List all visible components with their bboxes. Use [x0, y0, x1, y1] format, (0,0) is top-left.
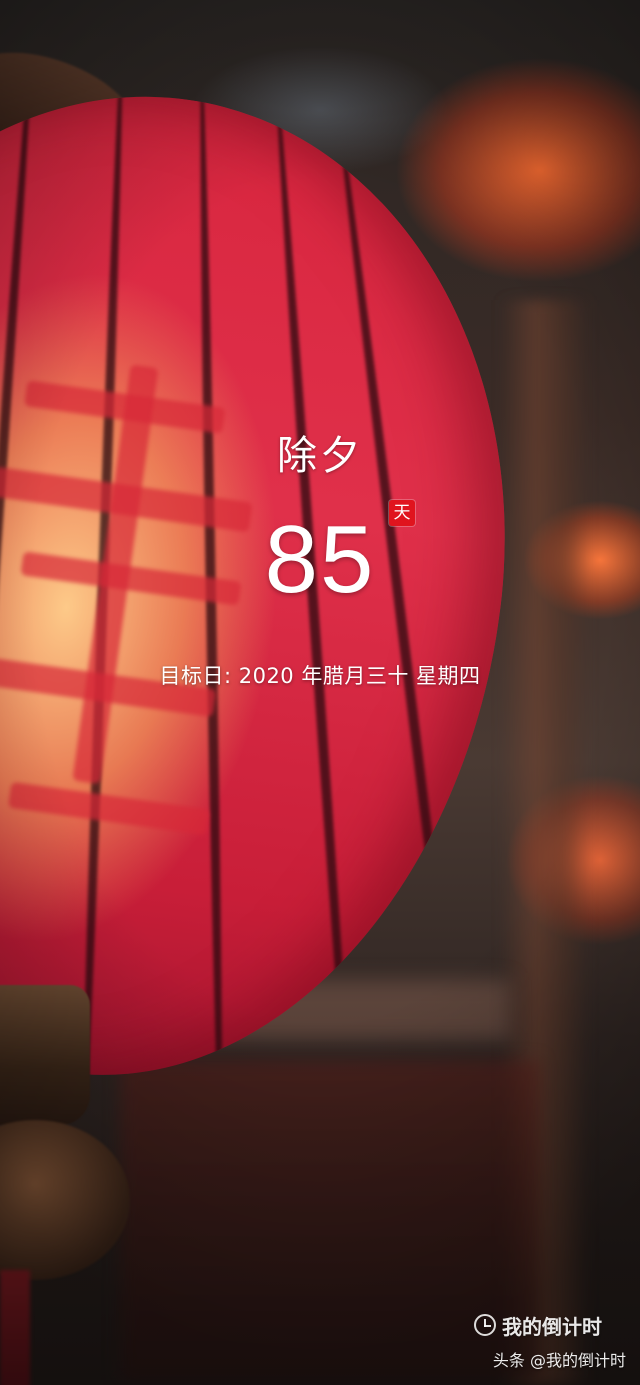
target-date-text: 目标日: 2020 年腊月三十 星期四: [159, 664, 481, 688]
days-remaining-count: 85: [264, 506, 376, 613]
clock-icon: [474, 1314, 496, 1336]
watermark-brand: 我的倒计时: [502, 1314, 602, 1339]
watermark: 我的倒计时 头条 @我的倒计时: [426, 1311, 626, 1371]
watermark-source: 头条 @我的倒计时: [492, 1351, 626, 1370]
watermark-logo-row: 我的倒计时: [474, 1311, 602, 1339]
countdown-overlay: 除夕 85 天 目标日: 2020 年腊月三十 星期四: [0, 0, 640, 1385]
day-unit-badge: 天: [389, 500, 415, 526]
event-title: 除夕: [277, 433, 363, 479]
countdown-screen: 除夕 85 天 目标日: 2020 年腊月三十 星期四 我的倒计时 头条 @我的…: [0, 0, 640, 1385]
countdown-row: 85 天: [0, 500, 640, 615]
